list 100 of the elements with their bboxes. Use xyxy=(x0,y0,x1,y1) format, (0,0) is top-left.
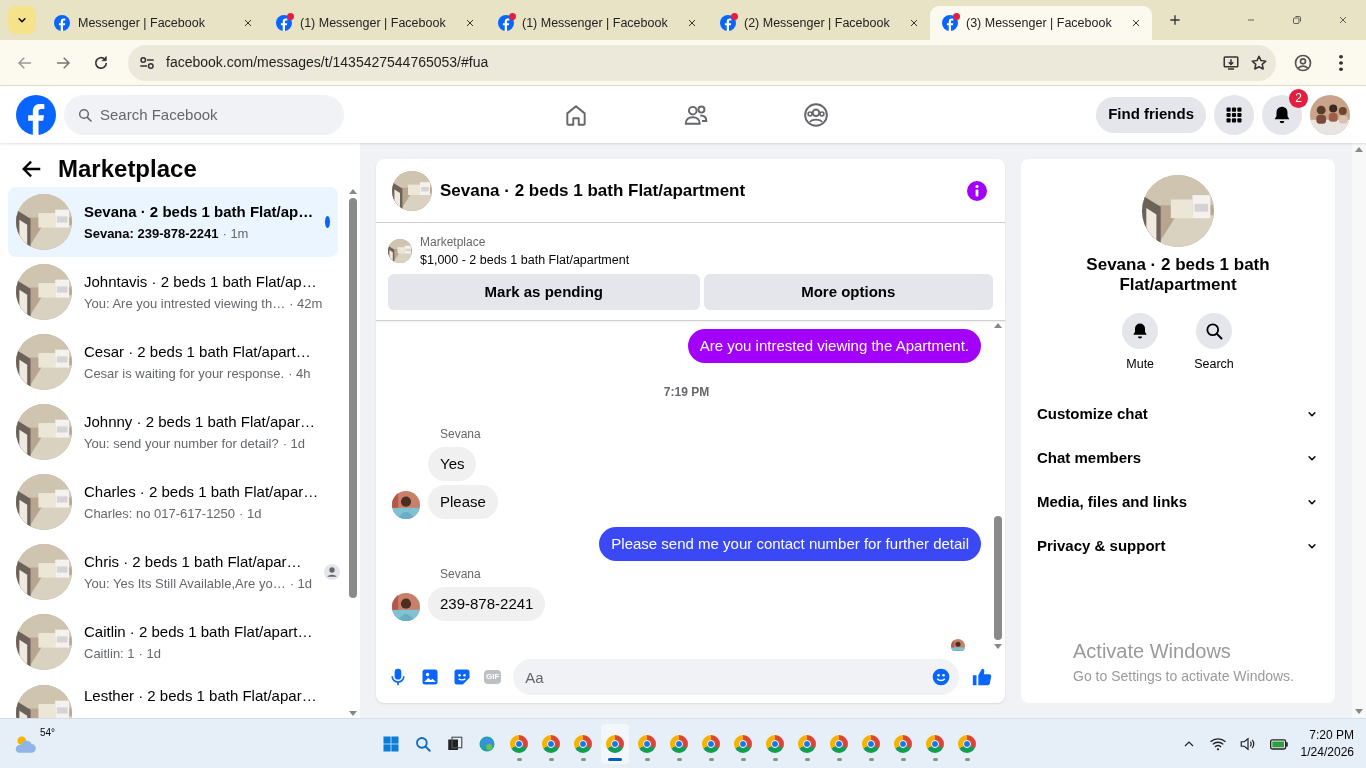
tab-search-button[interactable] xyxy=(8,6,36,34)
message-time: · 1d xyxy=(289,574,313,593)
image-icon xyxy=(420,667,440,687)
browser-icon xyxy=(670,734,689,753)
message-preview: You: send your number for detail? xyxy=(84,434,279,453)
facebook-logo-icon xyxy=(276,15,292,31)
search-icon xyxy=(414,734,433,753)
message-field[interactable]: Aa xyxy=(513,659,959,695)
conversation-item[interactable]: Chris · 2 beds 1 bath Flat/apar… You: Yes Its Still Available,Are yo… · 1d xyxy=(8,537,338,607)
message-time: · 1d xyxy=(138,644,161,663)
browser-tab[interactable]: Messenger | Facebook xyxy=(42,6,264,40)
sender-name: Sevana xyxy=(440,565,482,583)
info-icon xyxy=(965,178,989,203)
activation-text: Go to Settings to activate Windows. xyxy=(1073,667,1294,686)
scroll-up-icon xyxy=(349,189,357,194)
message-preview: You: Yes Its Still Available,Are yo… xyxy=(84,574,286,593)
chat-title: Sevana · 2 beds 1 bath Flat/apartment xyxy=(1085,255,1271,295)
browser-icon xyxy=(510,734,529,753)
conversation-title: Charles · 2 beds 1 bath Flat/apar… xyxy=(84,482,319,502)
facebook-logo-icon xyxy=(942,15,958,31)
chat-title: Sevana · 2 beds 1 bath Flat/apartment xyxy=(440,179,747,202)
scrollbar-thumb[interactable] xyxy=(994,516,1002,640)
scroll-up-icon xyxy=(1355,147,1363,152)
section-header[interactable]: Customize chat xyxy=(1037,391,1319,436)
browser-icon xyxy=(894,734,913,753)
conversation-item[interactable]: Johnny · 2 beds 1 bath Flat/apar… You: send your number for detail? · 1d xyxy=(8,397,338,467)
address-bar[interactable]: facebook.com/messages/t/1435427544765053/#fua xyxy=(128,44,1276,81)
message-time: · 1m xyxy=(222,224,249,243)
browser-tab[interactable]: (1) Messenger | Facebook xyxy=(486,6,708,40)
find-friends-button[interactable]: Find friends xyxy=(1096,96,1206,133)
conversation-title: Johntavis · 2 beds 1 bath Flat/ap… xyxy=(84,272,318,292)
account-button[interactable] xyxy=(1310,94,1350,135)
close-icon xyxy=(686,17,698,29)
scroll-down-icon xyxy=(349,711,357,716)
listing-price: $1,000 - 2 beds 1 bath Flat/apartment xyxy=(420,252,630,269)
browser-icon xyxy=(542,734,561,753)
notification-count: 2 xyxy=(1289,88,1308,108)
message-time: · 1d xyxy=(239,504,262,523)
menu-icon xyxy=(1339,54,1343,71)
message-preview: Sevana: 239-878-2241 xyxy=(84,224,219,243)
star-icon xyxy=(1250,53,1268,72)
browser-icon xyxy=(734,734,753,753)
section-header[interactable]: Chat members xyxy=(1037,435,1319,480)
conversation-item[interactable]: Charles · 2 beds 1 bath Flat/apar… Charles: no 017-617-1250 · 1d xyxy=(8,467,338,537)
search-field[interactable]: Search Facebook xyxy=(64,94,344,135)
received-message: Please xyxy=(428,484,498,519)
like-icon xyxy=(971,666,993,688)
message-preview: Charles: no 017-617-1250 xyxy=(84,504,236,523)
scroll-up-icon xyxy=(994,322,1002,328)
temperature: 54° xyxy=(40,725,56,740)
facebook-logo-icon xyxy=(720,15,736,31)
conversation-item[interactable]: Sevana · 2 beds 1 bath Flat/ap… Sevana: 239-878-2241 · 1m xyxy=(8,187,338,257)
listing-action-button[interactable]: Mark as pending xyxy=(388,273,700,310)
scrollbar-thumb[interactable] xyxy=(349,198,357,598)
activation-title: Activate Windows xyxy=(1073,639,1232,664)
browser-icon xyxy=(606,734,625,753)
install-app-icon xyxy=(1222,53,1240,72)
profile-icon xyxy=(1293,52,1313,73)
browser-tab[interactable]: (1) Messenger | Facebook xyxy=(264,6,486,40)
section-header[interactable]: Privacy & support xyxy=(1037,523,1319,568)
start-icon xyxy=(382,734,401,753)
conversation-item[interactable]: Cesar · 2 beds 1 bath Flat/apart… Cesar is waiting for your response. · 4h xyxy=(8,327,338,397)
message-time: · 4h xyxy=(288,364,311,383)
menu-button[interactable] xyxy=(1214,94,1254,135)
group-icon xyxy=(803,101,829,128)
facebook-logo-icon xyxy=(498,15,514,31)
message-preview: Caitlin: 1 xyxy=(84,644,135,663)
microphone-icon xyxy=(388,667,408,687)
browser-icon xyxy=(766,734,785,753)
browser-tab[interactable]: (3) Messenger | Facebook xyxy=(930,6,1152,40)
clock-time: 7:20 PM xyxy=(1308,726,1354,744)
conversation-item[interactable]: Johntavis · 2 beds 1 bath Flat/ap… You: Are you intrested viewing th… · 42m xyxy=(8,257,338,327)
taskbar-app[interactable] xyxy=(601,723,630,764)
conversation-title: Sevana · 2 beds 1 bath Flat/ap… xyxy=(84,202,314,222)
restore-icon xyxy=(1291,14,1303,26)
browser-tab[interactable]: (2) Messenger | Facebook xyxy=(708,6,930,40)
search-icon xyxy=(77,106,93,123)
facebook-logo-icon xyxy=(54,15,70,31)
section-header[interactable]: Media, files and links xyxy=(1037,479,1319,524)
search-icon xyxy=(1204,321,1224,341)
conversation-title: Lesther · 2 beds 1 bath Flat/apar… xyxy=(84,686,317,706)
facebook-logo-icon xyxy=(16,94,56,135)
conversation-item[interactable]: Caitlin · 2 beds 1 bath Flat/apart… Caitlin: 1 · 1d xyxy=(8,607,338,677)
sent-message: Please send me your contact number for further detail xyxy=(599,526,981,561)
browser-icon xyxy=(958,734,977,753)
browser-icon xyxy=(798,734,817,753)
notifications-button[interactable] xyxy=(1262,94,1302,135)
listing-action-button[interactable]: More options xyxy=(703,273,993,310)
conversation-title: Chris · 2 beds 1 bath Flat/apar… xyxy=(84,552,303,572)
browser-icon xyxy=(478,734,497,753)
scroll-down-icon xyxy=(994,644,1002,649)
conversation-title: Cesar · 2 beds 1 bath Flat/apart… xyxy=(84,342,311,362)
sticker-icon xyxy=(452,667,472,687)
conversation-title: Johnny · 2 beds 1 bath Flat/apar… xyxy=(84,412,315,432)
received-message: 239-878-2241 xyxy=(428,586,546,621)
back-arrow-icon xyxy=(21,158,43,180)
close-icon xyxy=(1130,17,1142,29)
close-icon xyxy=(242,17,254,29)
browser-icon xyxy=(574,734,593,753)
browser-icon xyxy=(830,734,849,753)
